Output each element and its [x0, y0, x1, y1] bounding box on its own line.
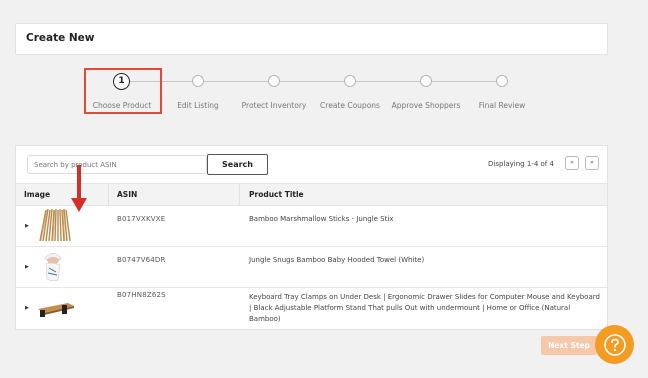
- red-down-arrow-icon: [71, 165, 87, 212]
- product-table-card: Search Displaying 1-4 of 4 « » Image ASI…: [15, 145, 608, 330]
- step-connector: [352, 81, 424, 82]
- product-title-cell: Bamboo Marshmallow Sticks - Jungle Stix: [249, 215, 394, 223]
- step-connector: [280, 81, 348, 82]
- search-button[interactable]: Search: [207, 154, 268, 175]
- step-label-edit-listing: Edit Listing: [177, 101, 219, 110]
- column-header-asin: ASIN: [117, 190, 138, 199]
- product-thumbnail-baby-towel: [44, 253, 62, 282]
- step-label-create-coupons: Create Coupons: [320, 101, 380, 110]
- table-header: Image ASIN Product Title: [16, 183, 607, 206]
- column-header-image: Image: [24, 190, 51, 199]
- product-title-cell: Jungle Snugs Bamboo Baby Hooded Towel (W…: [249, 256, 425, 264]
- next-step-button[interactable]: Next Step: [541, 336, 597, 355]
- step-label-approve-shoppers: Approve Shoppers: [391, 101, 461, 110]
- caret-right-icon[interactable]: ▶: [25, 223, 29, 229]
- step-6-circle[interactable]: [496, 75, 508, 87]
- product-thumbnail-marshmallow-sticks: [39, 208, 71, 242]
- product-thumbnail-keyboard-tray: [38, 303, 74, 317]
- step-connector: [204, 81, 276, 82]
- step-2-circle[interactable]: [192, 75, 204, 87]
- chevron-left-icon: «: [570, 159, 574, 166]
- step-3-circle[interactable]: [268, 75, 280, 87]
- search-input[interactable]: [27, 155, 207, 174]
- next-page-button[interactable]: »: [585, 156, 599, 170]
- question-mark-icon: [603, 333, 626, 356]
- asin-cell: B07HN8Z62S: [117, 291, 166, 299]
- header-card: Create New: [15, 23, 608, 55]
- prev-page-button[interactable]: «: [565, 156, 579, 170]
- annotation-highlight-box: [84, 68, 162, 114]
- asin-cell: B017VXKVXE: [117, 215, 166, 223]
- table-row[interactable]: ▶ B017VXKVXE Bamboo Marshmallow Sticks -…: [16, 205, 607, 247]
- column-header-product-title: Product Title: [249, 190, 304, 199]
- step-label-protect-inventory: Protect Inventory: [241, 101, 307, 110]
- table-row[interactable]: ▶ B07HN8Z62S Keyboard Tray Clamps on Und…: [16, 287, 607, 328]
- step-label-final-review: Final Review: [478, 101, 526, 110]
- caret-right-icon[interactable]: ▶: [25, 264, 29, 270]
- step-connector: [428, 81, 500, 82]
- chevron-right-icon: »: [590, 159, 594, 166]
- step-4-circle[interactable]: [344, 75, 356, 87]
- table-row[interactable]: ▶ B0747V64DR Jungle Snugs Bamboo Baby Ho…: [16, 246, 607, 288]
- caret-right-icon[interactable]: ▶: [25, 305, 29, 311]
- step-5-circle[interactable]: [420, 75, 432, 87]
- product-title-cell: Keyboard Tray Clamps on Under Desk | Erg…: [249, 293, 600, 323]
- page-title: Create New: [26, 32, 95, 44]
- asin-cell: B0747V64DR: [117, 256, 166, 264]
- help-button[interactable]: [595, 325, 634, 364]
- column-divider: [239, 184, 240, 205]
- column-divider: [108, 184, 109, 205]
- displaying-count: Displaying 1-4 of 4: [488, 160, 554, 168]
